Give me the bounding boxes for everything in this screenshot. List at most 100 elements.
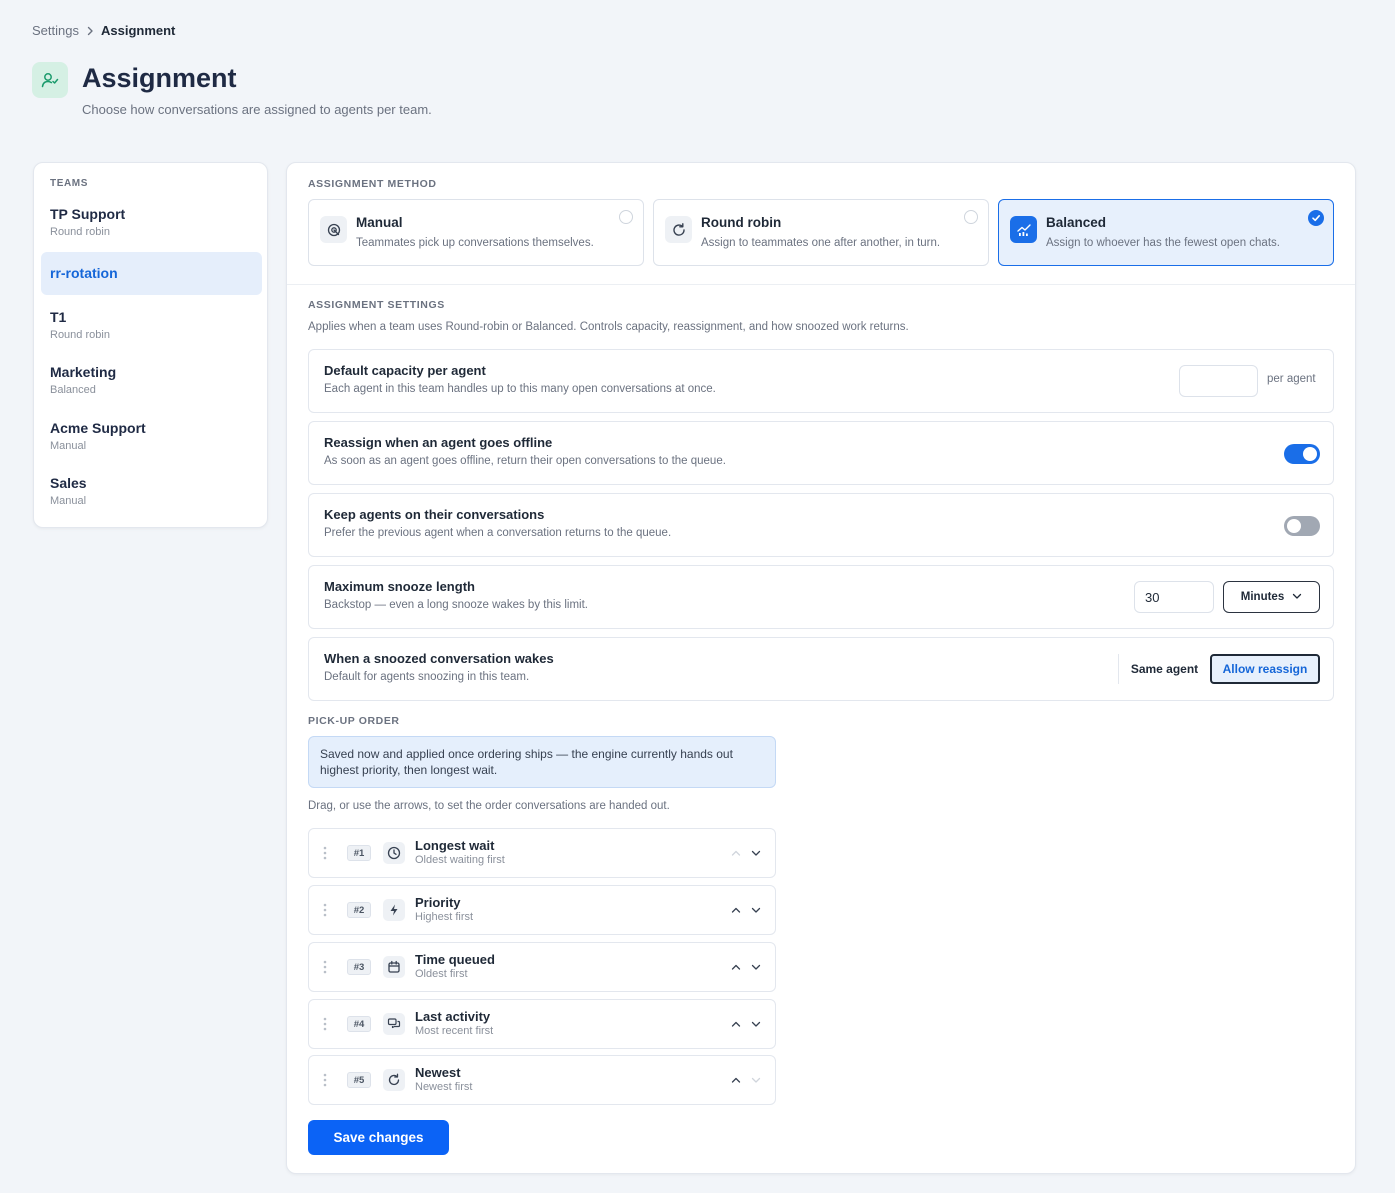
- team-item-tp-support[interactable]: TP Support Round robin: [41, 205, 262, 238]
- method-title: Balanced: [1046, 215, 1107, 230]
- order-desc: Oldest waiting first: [415, 854, 505, 866]
- rank-badge: #3: [347, 959, 371, 975]
- rank-badge: #4: [347, 1016, 371, 1032]
- pickup-order-heading: PICK-UP ORDER: [308, 715, 400, 727]
- capacity-input[interactable]: [1179, 365, 1258, 397]
- method-card-manual[interactable]: Manual Teammates pick up conversations t…: [308, 199, 644, 266]
- team-item-sales[interactable]: Sales Manual: [41, 474, 262, 507]
- move-down-button[interactable]: [750, 1073, 762, 1091]
- drag-handle-icon[interactable]: [323, 1072, 327, 1093]
- drag-handle-icon[interactable]: [323, 1016, 327, 1037]
- check-circle-icon[interactable]: [1308, 210, 1324, 226]
- setting-desc: As soon as an agent goes offline, return…: [324, 455, 726, 467]
- rotate-icon: [665, 216, 692, 243]
- team-item-rr-rotation[interactable]: rr-rotation: [41, 252, 262, 295]
- breadcrumb-current: Assignment: [100, 23, 176, 38]
- setting-row-snooze-length: Maximum snooze length Backstop — even a …: [308, 565, 1334, 629]
- pickup-order-desc: Drag, or use the arrows, to set the orde…: [308, 800, 670, 812]
- teams-panel: TEAMS TP Support Round robin rr-rotation…: [33, 162, 268, 528]
- breadcrumb: Settings Assignment: [32, 23, 175, 38]
- move-down-button[interactable]: [750, 846, 762, 864]
- move-up-button[interactable]: [730, 1017, 742, 1035]
- team-mode: Round robin: [50, 329, 110, 341]
- method-radio[interactable]: [619, 210, 633, 224]
- method-desc: Teammates pick up conversations themselv…: [356, 237, 594, 249]
- snooze-unit-select[interactable]: Minutes: [1223, 581, 1320, 613]
- order-desc: Highest first: [415, 911, 474, 923]
- wake-option-allow-reassign[interactable]: Allow reassign: [1210, 654, 1320, 684]
- order-desc: Newest first: [415, 1081, 473, 1093]
- rank-badge: #5: [347, 1072, 371, 1088]
- drag-handle-icon[interactable]: [323, 902, 327, 923]
- chat-icon: [383, 1013, 405, 1035]
- pickup-info-note: Saved now and applied once ordering ship…: [308, 736, 776, 788]
- pickup-order-row[interactable]: #2 Priority Highest first: [308, 885, 776, 935]
- pickup-order-row[interactable]: #5 Newest Newest first: [308, 1055, 776, 1105]
- user-check-icon: [32, 62, 68, 98]
- bolt-icon: [383, 899, 405, 921]
- keep-agents-toggle[interactable]: [1284, 516, 1320, 536]
- save-changes-button[interactable]: Save changes: [308, 1120, 449, 1155]
- toggle-knob: [1287, 519, 1301, 533]
- drag-handle-icon[interactable]: [323, 845, 327, 866]
- drag-handle-icon[interactable]: [323, 959, 327, 980]
- capacity-unit: per agent: [1267, 373, 1316, 385]
- order-desc: Oldest first: [415, 968, 468, 980]
- reassign-offline-toggle[interactable]: [1284, 444, 1320, 464]
- snooze-length-input[interactable]: [1134, 581, 1214, 613]
- setting-row-reassign-offline: Reassign when an agent goes offline As s…: [308, 421, 1334, 485]
- team-name: Acme Support: [50, 420, 146, 436]
- clock-icon: [383, 842, 405, 864]
- method-card-balanced[interactable]: Balanced Assign to whoever has the fewes…: [998, 199, 1334, 266]
- move-up-button[interactable]: [730, 1073, 742, 1091]
- team-name: rr-rotation: [50, 265, 118, 281]
- team-name: Marketing: [50, 364, 117, 380]
- setting-title: Keep agents on their conversations: [324, 507, 545, 522]
- wake-option-same-agent[interactable]: Same agent: [1118, 654, 1210, 684]
- pickup-order-row[interactable]: #4 Last activity Most recent first: [308, 999, 776, 1049]
- move-down-button[interactable]: [750, 903, 762, 921]
- pickup-order-row[interactable]: #1 Longest wait Oldest waiting first: [308, 828, 776, 878]
- method-card-round-robin[interactable]: Round robin Assign to teammates one afte…: [653, 199, 989, 266]
- method-desc: Assign to whoever has the fewest open ch…: [1046, 237, 1280, 249]
- team-item-marketing[interactable]: Marketing Balanced: [41, 363, 262, 396]
- method-desc: Assign to teammates one after another, i…: [701, 237, 941, 249]
- move-down-button[interactable]: [750, 1017, 762, 1035]
- setting-row-capacity: Default capacity per agent Each agent in…: [308, 349, 1334, 413]
- assignment-settings-heading: ASSIGNMENT SETTINGS: [308, 299, 445, 311]
- setting-title: When a snoozed conversation wakes: [324, 651, 554, 666]
- snooze-unit-label: Minutes: [1240, 591, 1285, 603]
- setting-row-snooze-wake: When a snoozed conversation wakes Defaul…: [308, 637, 1334, 701]
- team-item-acme-support[interactable]: Acme Support Manual: [41, 419, 262, 452]
- order-title: Longest wait: [415, 838, 495, 853]
- hand-icon: [320, 216, 347, 243]
- team-mode: Manual: [50, 495, 87, 507]
- team-mode: Round robin: [50, 226, 110, 238]
- teams-heading: TEAMS: [50, 178, 88, 189]
- team-name: Sales: [50, 475, 87, 491]
- move-up-button[interactable]: [730, 903, 742, 921]
- page-header: Assignment Choose how conversations are …: [32, 62, 432, 117]
- setting-title: Reassign when an agent goes offline: [324, 435, 553, 450]
- setting-title: Maximum snooze length: [324, 579, 475, 594]
- rank-badge: #2: [347, 902, 371, 918]
- move-up-button[interactable]: [730, 960, 742, 978]
- setting-title: Default capacity per agent: [324, 363, 486, 378]
- assignment-method-heading: ASSIGNMENT METHOD: [308, 178, 437, 190]
- move-up-button[interactable]: [730, 846, 742, 864]
- team-name: T1: [50, 309, 67, 325]
- method-radio[interactable]: [964, 210, 978, 224]
- team-mode: Manual: [50, 440, 87, 452]
- order-title: Time queued: [415, 952, 495, 967]
- pickup-order-row[interactable]: #3 Time queued Oldest first: [308, 942, 776, 992]
- setting-desc: Default for agents snoozing in this team…: [324, 671, 530, 683]
- breadcrumb-settings-link[interactable]: Settings: [32, 23, 79, 38]
- move-down-button[interactable]: [750, 960, 762, 978]
- page-title: Assignment: [82, 63, 237, 93]
- method-title: Manual: [356, 215, 403, 230]
- refresh-icon: [383, 1069, 405, 1091]
- order-title: Last activity: [415, 1009, 491, 1024]
- team-item-t1[interactable]: T1 Round robin: [41, 308, 262, 341]
- order-desc: Most recent first: [415, 1025, 494, 1037]
- rank-badge: #1: [347, 845, 371, 861]
